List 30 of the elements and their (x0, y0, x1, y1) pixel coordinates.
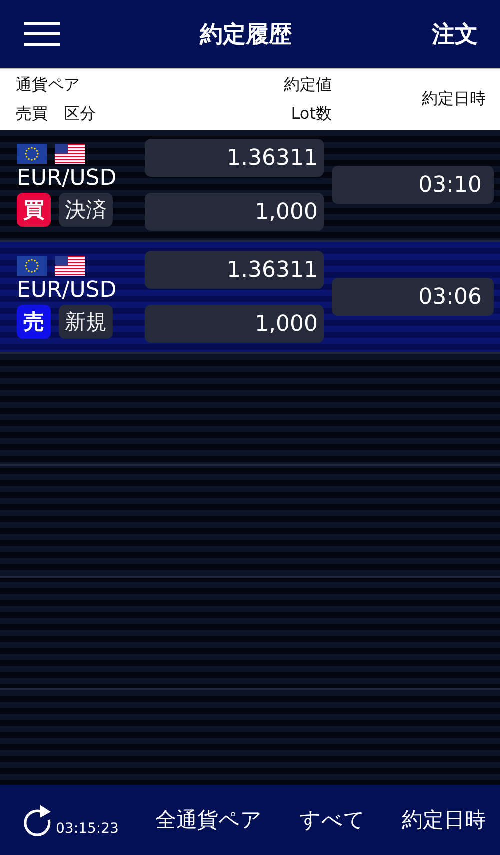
side-badge: 売 (17, 304, 51, 338)
column-header: 約定日時 (422, 89, 486, 108)
order-button[interactable]: 注文 (432, 18, 478, 50)
menu-icon[interactable] (24, 20, 60, 48)
time-value: 03:10 (332, 166, 494, 204)
time-value: 03:06 (332, 278, 494, 316)
flag-icon (17, 256, 47, 276)
lot-value: 1,000 (145, 193, 324, 231)
type-badge: 決済 (59, 192, 113, 226)
column-header: 売買 区分 (16, 104, 97, 124)
currency-pair: EUR/USD (17, 166, 118, 190)
price-value: 1.36311 (145, 139, 324, 177)
column-header: Lot数 (291, 104, 332, 124)
pair-filter-button[interactable]: 全通貨ペア (156, 806, 263, 834)
lot-value: 1,000 (145, 305, 324, 343)
price-value: 1.36311 (145, 251, 324, 289)
trade-row[interactable]: EUR/USD 売 新規 1.36311 1,000 03:06 (0, 242, 500, 354)
side-badge: 買 (17, 192, 51, 226)
flag-icon (17, 144, 47, 164)
currency-pair: EUR/USD (17, 278, 118, 302)
trade-row[interactable]: EUR/USD 買 決済 1.36311 1,000 03:10 (0, 130, 500, 242)
update-time: 03:15:23 (56, 821, 119, 837)
sort-button[interactable]: 約定日時 (402, 806, 486, 834)
column-header: 通貨ペア (16, 74, 81, 96)
type-badge: 新規 (59, 304, 113, 338)
screen-title: 約定履歴 (200, 20, 292, 50)
flag-icon (55, 144, 85, 164)
type-filter-button[interactable]: すべて (299, 806, 366, 834)
column-header: 約定値 (284, 74, 332, 96)
flag-icon (55, 256, 85, 276)
